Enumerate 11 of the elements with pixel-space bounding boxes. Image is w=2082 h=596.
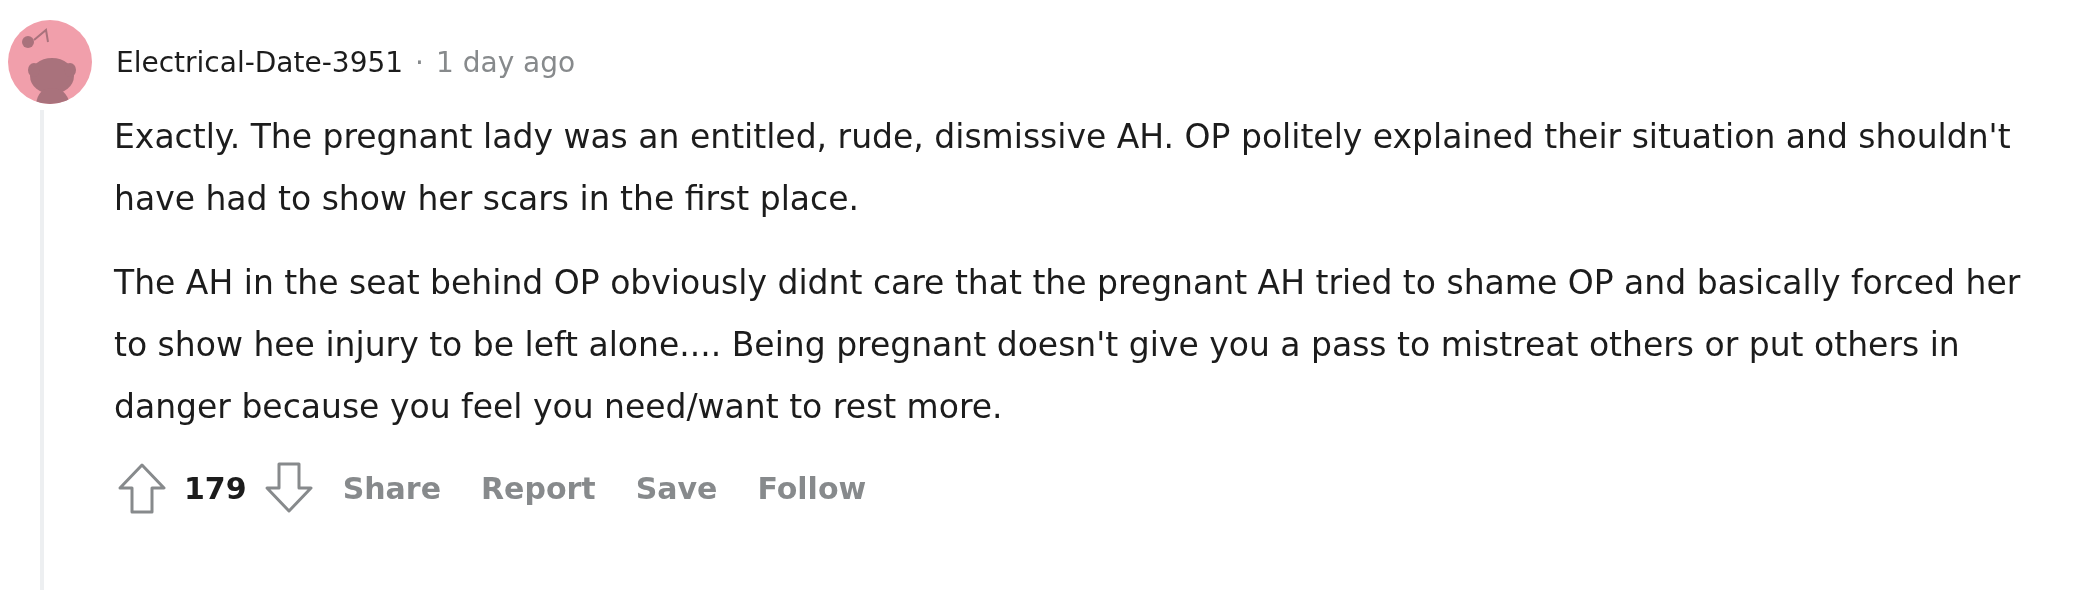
comment-text: Exactly. The pregnant lady was an entitled, rude, dismissive AH. OP politely explained their situation and shouldn't have had to show her scars in the first place. [114, 116, 2012, 220]
vote-count: 179 [184, 470, 247, 506]
action-button[interactable]: Save [621, 464, 732, 512]
username[interactable]: Electrical-Date-3951 [116, 45, 404, 79]
avatar-icon [8, 20, 92, 104]
action-button[interactable]: Follow [743, 464, 881, 512]
timestamp: 1 day ago [436, 45, 576, 79]
separator-dot: · [415, 45, 424, 79]
comment-text: The AH in the seat behind OP obviously didnt care that the pregnant AH tried to shame OP and basically forced her to show hee injury to be left alone.... Being pregnant doesn't give you a pass to mistreat others or put others in danger because you feel you need/want to rest more. [114, 262, 2022, 428]
action-button[interactable]: Report [467, 464, 610, 512]
action-button[interactable]: Share [328, 464, 455, 512]
